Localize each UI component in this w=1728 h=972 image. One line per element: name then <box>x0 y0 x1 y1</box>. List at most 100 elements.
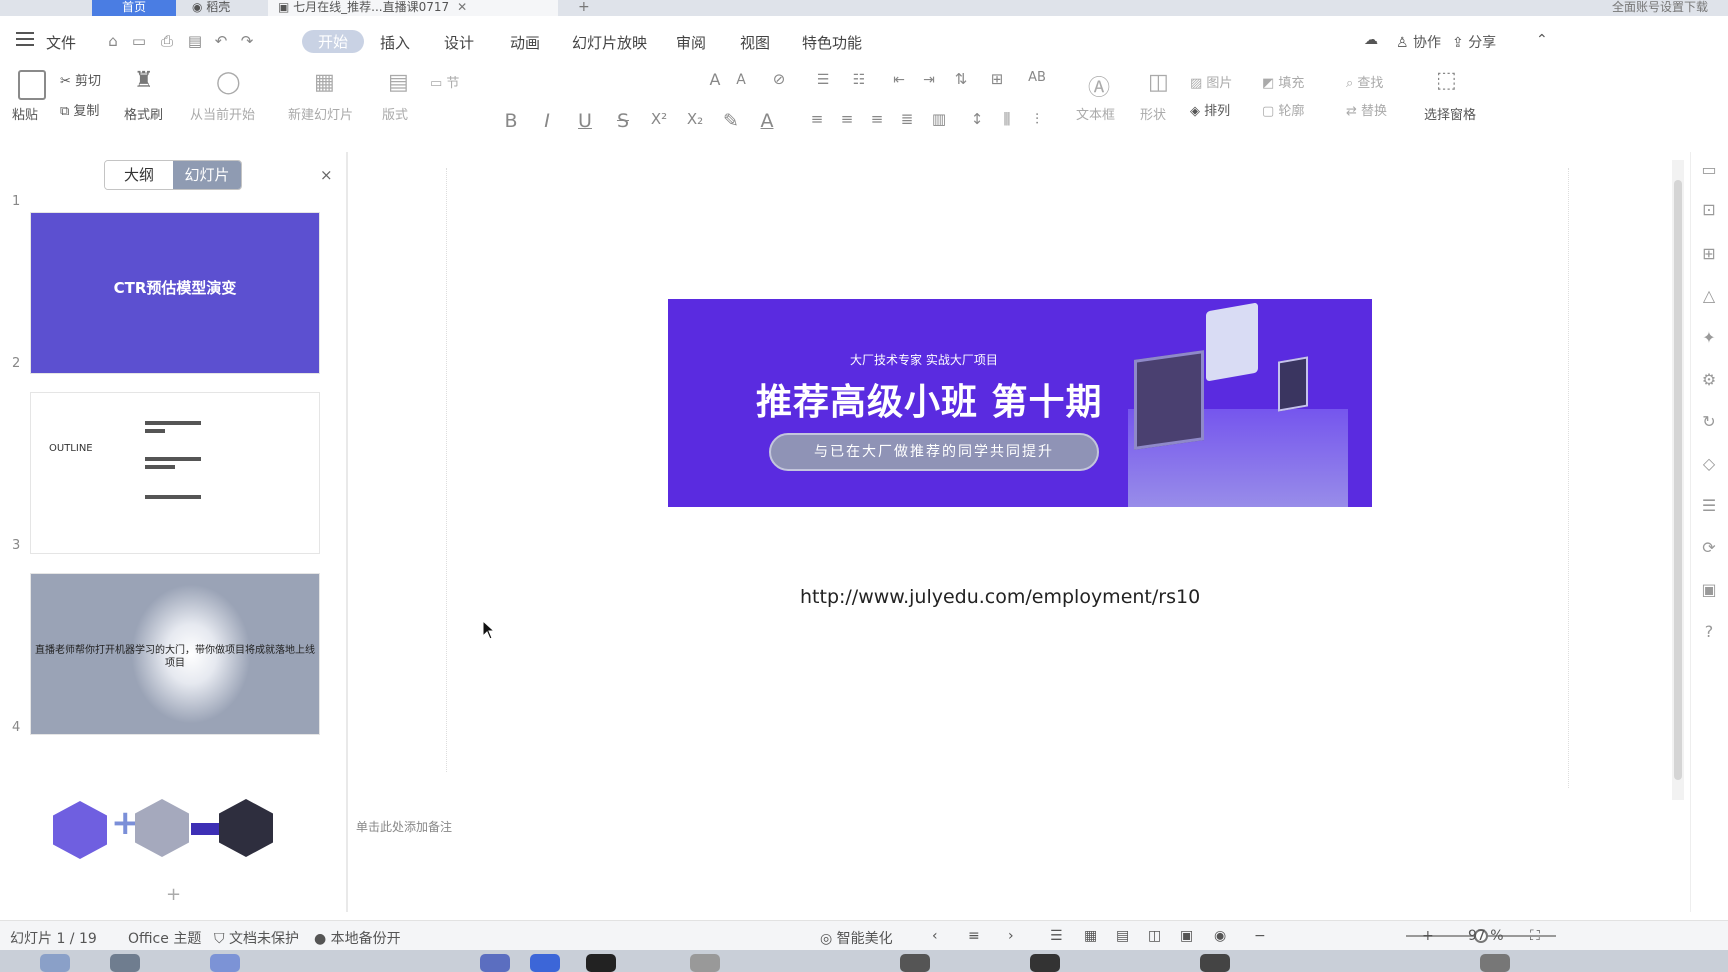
paste-label[interactable]: 粘贴 <box>12 104 38 123</box>
transition-icon[interactable]: ↻ <box>1699 412 1719 432</box>
bullets-icon[interactable]: ☰ <box>812 72 834 88</box>
section-button[interactable]: ▭ 节 <box>430 72 459 91</box>
justify-icon[interactable]: ≣ <box>896 110 918 128</box>
share-button[interactable]: ⇪ 分享 <box>1452 32 1496 52</box>
close-panel-icon[interactable]: × <box>320 166 333 184</box>
clear-format-icon[interactable]: ⊘ <box>768 70 790 88</box>
font-color-button[interactable]: A <box>756 110 778 132</box>
cut-button[interactable]: ✂ 剪切 <box>60 70 101 89</box>
smart-beautify-button[interactable]: ◎ 智能美化 <box>820 928 893 948</box>
theme-name[interactable]: Office 主题 <box>128 928 201 948</box>
find-button[interactable]: ⌕ 查找 <box>1346 72 1383 91</box>
tab-wps[interactable]: ◉ 稻壳 <box>182 0 262 16</box>
slide-link-text[interactable]: http://www.julyedu.com/employment/rs10 <box>800 586 1200 608</box>
app-icon[interactable] <box>530 954 560 972</box>
slide-canvas[interactable] <box>350 152 1670 912</box>
properties-icon[interactable]: ⊡ <box>1699 200 1719 220</box>
app-icon[interactable] <box>210 954 240 972</box>
indent-increase-icon[interactable]: ⇥ <box>918 72 940 88</box>
outline-view-icon[interactable]: ▤ <box>1116 928 1129 944</box>
layers-icon[interactable]: ⊞ <box>1699 244 1719 264</box>
layout-label[interactable]: 版式 <box>382 104 408 123</box>
format-painter-label[interactable]: 格式刷 <box>124 104 163 123</box>
animation-icon[interactable]: ✦ <box>1699 328 1719 348</box>
select-pane-icon[interactable]: ⬚ <box>1436 68 1457 93</box>
new-slide-label[interactable]: 新建幻灯片 <box>288 104 353 123</box>
text-columns-icon[interactable]: ⫶ <box>1026 110 1048 128</box>
panel-divider[interactable] <box>346 152 348 912</box>
slideshow-view-icon[interactable]: ▣ <box>1180 928 1193 944</box>
format-icon[interactable]: ☰ <box>1699 496 1719 516</box>
trash-icon[interactable] <box>1480 954 1510 972</box>
arrange-button[interactable]: ◈ 排列 <box>1190 100 1230 119</box>
subscript-button[interactable]: X₂ <box>684 110 706 128</box>
zoom-level[interactable]: 97 % <box>1468 928 1504 944</box>
hamburger-icon[interactable] <box>16 32 34 48</box>
app-icon[interactable] <box>900 954 930 972</box>
shape-icon[interactable]: ◫ <box>1148 70 1169 95</box>
print-icon[interactable]: ⎙ <box>158 32 176 50</box>
columns-icon[interactable]: ⫼ <box>996 110 1018 128</box>
line-spacing-icon[interactable]: ↕ <box>966 110 988 128</box>
app-icon[interactable] <box>586 954 616 972</box>
menu-file[interactable]: 文件 <box>46 32 76 53</box>
menu-view[interactable]: 视图 <box>740 32 770 53</box>
next-slide-icon[interactable]: › <box>1008 928 1014 944</box>
replace-button[interactable]: ⇄ 替换 <box>1346 100 1387 119</box>
layout-icon[interactable]: ▤ <box>388 70 409 95</box>
cloud-sync-icon[interactable]: ☁ <box>1364 32 1378 48</box>
app-icon[interactable] <box>1030 954 1060 972</box>
preview-icon[interactable]: ▤ <box>186 32 204 50</box>
indent-decrease-icon[interactable]: ⇤ <box>888 72 910 88</box>
app-icon[interactable] <box>690 954 720 972</box>
undo-icon[interactable]: ↶ <box>212 32 230 50</box>
align-right-icon[interactable]: ≡ <box>866 110 888 128</box>
prev-slide-icon[interactable]: ‹ <box>932 928 938 944</box>
menu-design[interactable]: 设计 <box>444 32 474 53</box>
tab-document[interactable]: ▣ 七月在线_推荐...直播课0717 ✕ <box>268 0 558 16</box>
template-icon[interactable]: ▣ <box>1699 580 1719 600</box>
fit-window-icon[interactable]: ⛶ <box>1530 928 1540 944</box>
align-center-icon[interactable]: ≡ <box>836 110 858 128</box>
collapse-ribbon-icon[interactable]: ⌃ <box>1536 32 1548 48</box>
strikethrough-button[interactable]: S <box>612 110 634 132</box>
collapse-icon[interactable]: ▭ <box>1699 160 1719 180</box>
add-slide-button[interactable]: + <box>166 884 181 905</box>
finder-icon[interactable] <box>40 954 70 972</box>
comment-icon[interactable]: ◇ <box>1699 454 1719 474</box>
record-icon[interactable]: ◉ <box>1214 928 1226 944</box>
decrease-font-icon[interactable]: A <box>730 72 752 88</box>
format-painter-icon[interactable]: ♜ <box>134 68 154 93</box>
align-text-icon[interactable]: ⊞ <box>986 70 1008 88</box>
account-info[interactable]: 全面账号设置下载 <box>1612 0 1708 14</box>
menu-slideshow[interactable]: 幻灯片放映 <box>572 32 647 53</box>
slide-banner-image[interactable]: 大厂技术专家 实战大厂项目 推荐高级小班 第十期 与已在大厂做推荐的同学共同提升 <box>668 299 1372 507</box>
slide-thumbnail-3[interactable]: 直播老师帮你打开机器学习的大门，带你做项目将成就落地上线项目 <box>30 573 320 735</box>
textbox-label[interactable]: 文本框 <box>1076 104 1115 123</box>
align-left-icon[interactable]: ≡ <box>806 110 828 128</box>
new-slide-icon[interactable]: ▦ <box>314 70 335 95</box>
text-effect-icon[interactable]: AB <box>1026 70 1048 85</box>
textbox-icon[interactable]: Ⓐ <box>1088 70 1110 102</box>
settings-icon[interactable]: ⚙ <box>1699 370 1719 390</box>
slide-thumbnail-1[interactable]: CTR预估模型演变 <box>30 212 320 374</box>
notes-placeholder[interactable]: 单击此处添加备注 <box>356 818 452 835</box>
from-current-label[interactable]: 从当前开始 <box>190 104 255 123</box>
play-icon[interactable]: ◯ <box>216 70 241 95</box>
help-icon[interactable]: ? <box>1699 622 1719 642</box>
picture-button[interactable]: ▨ 图片 <box>1190 72 1232 91</box>
distribute-icon[interactable]: ▥ <box>928 110 950 128</box>
numbering-icon[interactable]: ☷ <box>848 72 870 88</box>
menu-features[interactable]: 特色功能 <box>802 32 862 53</box>
text-direction-icon[interactable]: ⇅ <box>950 70 972 88</box>
italic-button[interactable]: I <box>536 110 558 132</box>
menu-animation[interactable]: 动画 <box>510 32 540 53</box>
close-tab-icon[interactable]: ✕ <box>457 0 467 14</box>
zoom-out-icon[interactable]: − <box>1254 928 1266 944</box>
shape-label[interactable]: 形状 <box>1140 104 1166 123</box>
open-icon[interactable]: ⌂ <box>104 32 122 50</box>
highlight-icon[interactable]: ✎ <box>720 110 742 132</box>
menu-home[interactable]: 开始 <box>302 30 365 53</box>
tab-slides[interactable]: 幻灯片 <box>173 161 241 189</box>
app-icon[interactable] <box>1200 954 1230 972</box>
